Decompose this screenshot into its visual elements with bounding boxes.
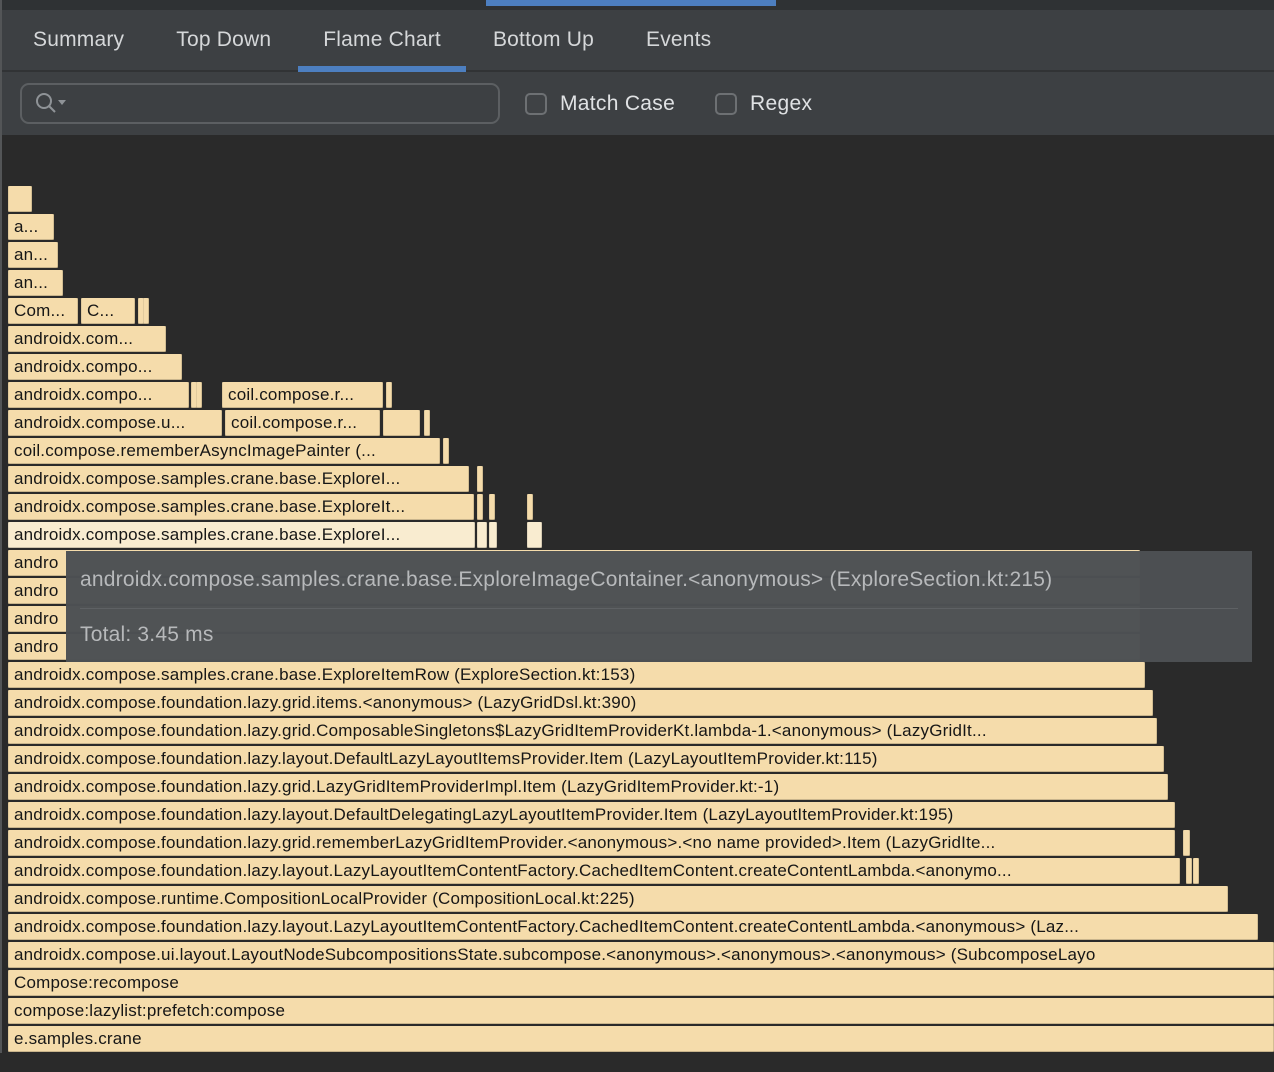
tooltip-frame-name: androidx.compose.samples.crane.base.Expl…	[80, 567, 1238, 593]
flame-bar[interactable]: androidx.compose.samples.crane.base.Expl…	[8, 522, 475, 548]
flame-bar[interactable]: C...	[81, 298, 135, 324]
flame-bar[interactable]: androidx.compose.foundation.lazy.layout.…	[8, 746, 1164, 772]
tab-label: Events	[646, 28, 711, 52]
flame-chart[interactable]: a...an...an...Com...C...androidx.com...a…	[0, 135, 1274, 1072]
tab-bottom-up[interactable]: Bottom Up	[468, 10, 619, 70]
panel-left-border	[0, 0, 2, 1053]
tab-flame-chart[interactable]: Flame Chart	[298, 10, 466, 70]
flame-bar[interactable]: androidx.compose.samples.crane.base.Expl…	[8, 494, 474, 520]
flame-bar[interactable]: androidx.compose.foundation.lazy.grid.La…	[8, 774, 1168, 800]
tab-summary[interactable]: Summary	[8, 10, 149, 70]
flame-bar[interactable]: androidx.compose.foundation.lazy.grid.Co…	[8, 718, 1157, 744]
match-case-checkbox[interactable]	[525, 93, 547, 115]
flame-bar[interactable]: coil.compose.r...	[225, 410, 380, 436]
flame-bar[interactable]	[527, 494, 533, 520]
flame-bar[interactable]: androidx.compose.ui.layout.LayoutNodeSub…	[8, 942, 1274, 968]
flame-bar[interactable]	[477, 466, 483, 492]
flame-bar[interactable]: androidx.compose.u...	[8, 410, 222, 436]
flame-bar[interactable]	[424, 410, 430, 436]
tab-bar: Summary Top Down Flame Chart Bottom Up E…	[0, 10, 1274, 72]
tooltip-total: Total: 3.45 ms	[80, 622, 1238, 648]
top-strip	[0, 0, 1274, 10]
search-input[interactable]	[69, 85, 498, 122]
flame-bar[interactable]: an...	[8, 242, 58, 268]
flame-bar[interactable]: androidx.compose.foundation.lazy.layout.…	[8, 914, 1258, 940]
flame-bar[interactable]: androidx.compose.foundation.lazy.grid.re…	[8, 830, 1175, 856]
flame-bar[interactable]	[477, 522, 487, 548]
flame-bar[interactable]: androidx.compose.samples.crane.base.Expl…	[8, 662, 1145, 688]
regex-checkbox[interactable]	[715, 93, 737, 115]
flame-bar[interactable]	[477, 494, 483, 520]
flame-bar[interactable]	[489, 522, 497, 548]
tooltip-divider	[80, 608, 1238, 609]
match-case-label: Match Case	[560, 92, 675, 116]
flame-bar[interactable]: androidx.compo...	[8, 354, 182, 380]
parent-tab-indicator	[486, 0, 776, 6]
flame-bar[interactable]: an...	[8, 270, 63, 296]
flame-bar[interactable]: Com...	[8, 298, 78, 324]
tab-top-down[interactable]: Top Down	[151, 10, 296, 70]
flame-bar[interactable]: androidx.compose.runtime.CompositionLoca…	[8, 886, 1228, 912]
regex-label: Regex	[750, 92, 812, 116]
search-toolbar: Match Case Regex	[0, 72, 1274, 135]
tab-label: Bottom Up	[493, 28, 594, 52]
tab-events[interactable]: Events	[621, 10, 736, 70]
flame-bar[interactable]	[143, 298, 149, 324]
flame-bar[interactable]	[8, 186, 32, 212]
tab-label: Top Down	[176, 28, 271, 52]
flame-bar[interactable]: Compose:recompose	[8, 970, 1274, 996]
flame-bar[interactable]	[527, 522, 542, 548]
flame-bar[interactable]: androidx.compose.foundation.lazy.layout.…	[8, 802, 1175, 828]
flame-bar[interactable]: coil.compose.rememberAsyncImagePainter (…	[8, 438, 440, 464]
flame-bar[interactable]	[196, 382, 202, 408]
search-icon[interactable]	[33, 90, 69, 118]
flame-tooltip: androidx.compose.samples.crane.base.Expl…	[66, 551, 1252, 662]
flame-bar[interactable]: androidx.compo...	[8, 382, 189, 408]
flame-bar[interactable]	[386, 382, 392, 408]
search-box[interactable]	[20, 83, 500, 124]
flame-bar[interactable]: androidx.compose.foundation.lazy.grid.it…	[8, 690, 1153, 716]
flame-bar[interactable]: androidx.compose.foundation.lazy.layout.…	[8, 858, 1180, 884]
flame-bar[interactable]: androidx.com...	[8, 326, 166, 352]
flame-bar[interactable]	[489, 494, 495, 520]
flame-bar[interactable]	[1186, 858, 1192, 884]
flame-bar[interactable]: coil.compose.r...	[222, 382, 383, 408]
flame-bar[interactable]: androidx.compose.samples.crane.base.Expl…	[8, 466, 469, 492]
flame-bar[interactable]: compose:lazylist:prefetch:compose	[8, 998, 1274, 1024]
flame-bar[interactable]	[383, 410, 420, 436]
tab-label: Flame Chart	[323, 28, 441, 52]
flame-bar[interactable]: e.samples.crane	[8, 1026, 1274, 1052]
flame-bar[interactable]: a...	[8, 214, 54, 240]
flame-bar[interactable]	[443, 438, 449, 464]
search-dropdown-arrow-icon	[58, 100, 66, 105]
flame-bar[interactable]	[1193, 858, 1199, 884]
flame-bar[interactable]	[1183, 830, 1190, 856]
tab-label: Summary	[33, 28, 124, 52]
